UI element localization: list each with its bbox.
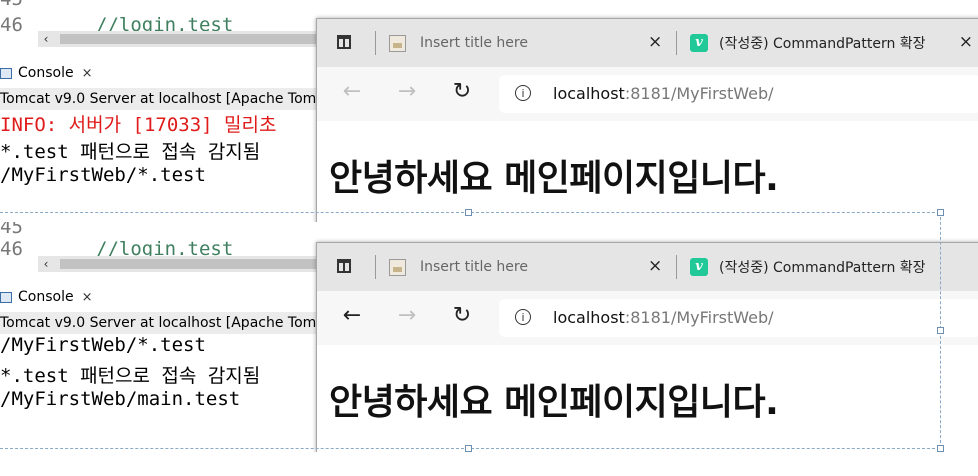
tab-title: (작성중) CommandPattern 확장 <box>719 36 926 52</box>
line-number: 45 <box>0 0 23 10</box>
screenshot-panel-top: 45 46 //login.test ‹ Console × Tomcat v9… <box>0 0 978 230</box>
tab-title: Insert title here <box>420 259 528 275</box>
console-line: /MyFirstWeb/*.test <box>0 164 206 186</box>
divider <box>375 255 376 279</box>
console-icon <box>0 67 12 79</box>
velog-icon: v <box>690 258 708 276</box>
tab-title: Insert title here <box>420 35 528 51</box>
url-text[interactable]: localhost:8181/MyFirstWeb/ <box>553 308 774 327</box>
back-arrow-icon[interactable]: ← <box>337 301 367 331</box>
tab-actions-icon[interactable] <box>337 35 351 49</box>
browser-toolbar: ← → ↻ i localhost:8181/MyFirstWeb/ <box>317 67 978 121</box>
info-icon[interactable]: i <box>515 85 531 101</box>
console-tab-label: Console <box>18 65 74 81</box>
resize-handle[interactable] <box>937 327 944 334</box>
line-number: 46 <box>0 238 23 260</box>
scroll-left-icon[interactable]: ‹ <box>38 256 54 272</box>
close-icon[interactable]: × <box>82 66 93 81</box>
refresh-icon[interactable]: ↻ <box>447 77 477 107</box>
divider <box>676 31 677 55</box>
console-tab[interactable]: Console × <box>0 62 92 84</box>
address-bar[interactable]: i localhost:8181/MyFirstWeb/ <box>499 75 978 113</box>
horizontal-scrollbar[interactable]: ‹ <box>38 256 330 272</box>
line-number: 46 <box>0 14 23 36</box>
console-line: INFO: 서버가 [17033] 밀리초 <box>0 114 277 136</box>
divider <box>375 31 376 55</box>
console-server-label: Tomcat v9.0 Server at localhost [Apache … <box>0 312 338 334</box>
horizontal-scrollbar[interactable]: ‹ <box>38 31 330 47</box>
tab-insert-title[interactable]: Insert title here <box>389 243 669 291</box>
console-line: /MyFirstWeb/main.test <box>0 388 241 410</box>
scroll-left-icon[interactable]: ‹ <box>38 31 54 47</box>
velog-icon: v <box>690 34 708 52</box>
forward-arrow-icon[interactable]: → <box>392 301 422 331</box>
close-icon[interactable]: × <box>648 32 662 52</box>
tab-insert-title[interactable]: Insert title here <box>389 19 669 67</box>
browser-toolbar: ← → ↻ i localhost:8181/MyFirstWeb/ <box>317 291 978 345</box>
url-host: localhost <box>553 84 625 103</box>
tab-actions-icon[interactable] <box>337 259 351 273</box>
console-line: *.test 패턴으로 접속 감지됨 <box>0 365 261 387</box>
console-icon <box>0 291 12 303</box>
line-number: 45 <box>0 222 23 238</box>
resize-handle[interactable] <box>937 209 944 216</box>
tab-strip: Insert title here × v (작성중) CommandPatte… <box>317 243 978 291</box>
divider <box>676 255 677 279</box>
scrollbar-thumb[interactable] <box>60 259 330 269</box>
url-path: :8181/MyFirstWeb/ <box>624 308 774 327</box>
url-host: localhost <box>553 308 625 327</box>
scrollbar-thumb[interactable] <box>60 34 330 44</box>
url-text[interactable]: localhost:8181/MyFirstWeb/ <box>553 84 774 103</box>
forward-arrow-icon[interactable]: → <box>392 77 422 107</box>
console-tab[interactable]: Console × <box>0 286 92 308</box>
refresh-icon[interactable]: ↻ <box>447 301 477 331</box>
tab-commandpattern[interactable]: v (작성중) CommandPattern 확장 <box>690 243 940 291</box>
console-tab-label: Console <box>18 289 74 305</box>
info-icon[interactable]: i <box>515 309 531 325</box>
page-heading: 안녕하세요 메인페이지입니다. <box>329 158 779 199</box>
page-heading: 안녕하세요 메인페이지입니다. <box>329 382 779 423</box>
broken-image-icon <box>389 34 406 52</box>
browser-window: Insert title here × v (작성중) CommandPatte… <box>316 242 978 452</box>
screenshot-panel-bottom: 45 46 //login.test ‹ Console × Tomcat v9… <box>0 222 978 452</box>
tab-strip: Insert title here × v (작성중) CommandPatte… <box>317 19 978 67</box>
back-arrow-icon[interactable]: ← <box>337 77 367 107</box>
tab-title: (작성중) CommandPattern 확장 <box>719 260 926 276</box>
resize-handle[interactable] <box>465 445 472 452</box>
console-line: /MyFirstWeb/*.test <box>0 334 206 356</box>
resize-handle[interactable] <box>465 209 472 216</box>
console-server-label: Tomcat v9.0 Server at localhost [Apache … <box>0 88 338 110</box>
broken-image-icon <box>389 258 406 276</box>
close-icon[interactable]: × <box>82 290 93 305</box>
url-path: :8181/MyFirstWeb/ <box>624 84 774 103</box>
close-icon[interactable]: × <box>648 256 662 276</box>
resize-handle[interactable] <box>937 445 944 452</box>
close-icon[interactable]: × <box>959 32 973 52</box>
address-bar[interactable]: i localhost:8181/MyFirstWeb/ <box>499 299 978 337</box>
tab-commandpattern[interactable]: v (작성중) CommandPattern 확장 <box>690 19 945 67</box>
browser-window: Insert title here × v (작성중) CommandPatte… <box>316 18 978 230</box>
console-line: *.test 패턴으로 접속 감지됨 <box>0 141 261 163</box>
